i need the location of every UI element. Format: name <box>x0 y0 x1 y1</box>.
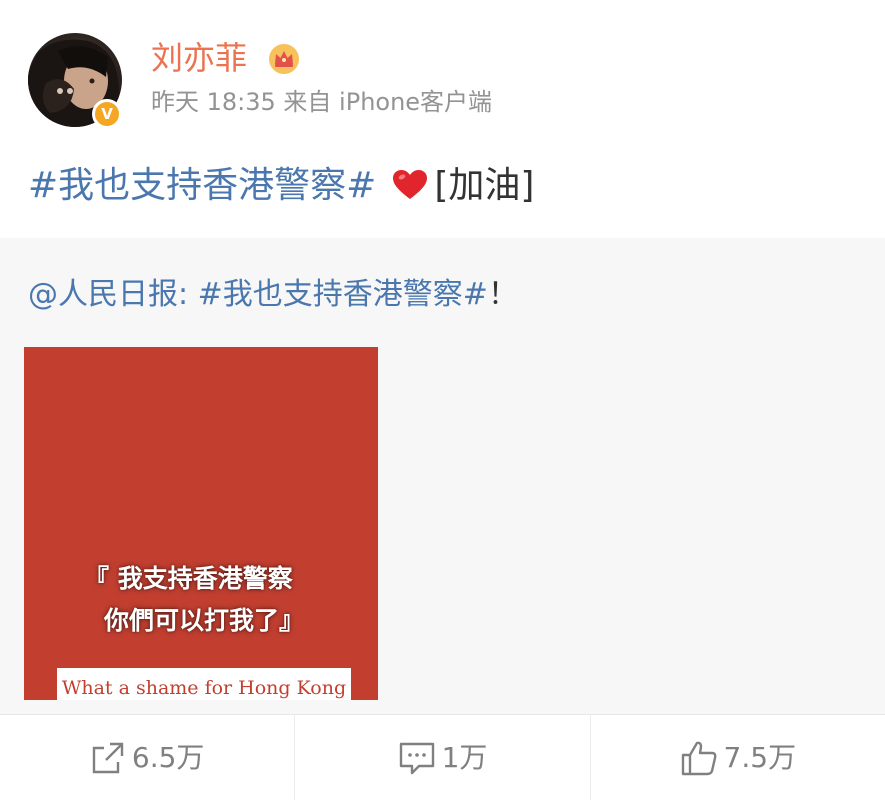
user-name[interactable]: 刘亦菲 <box>151 38 247 78</box>
comment-button[interactable]: 1万 <box>294 715 589 800</box>
verified-badge: V <box>92 99 122 129</box>
post-meta: 昨天 18:35 来自 iPhone客户端 <box>151 88 493 116</box>
post-text: #我也支持香港警察# [加油] <box>28 162 534 210</box>
image-quote-line-1: 『 我支持香港警察 <box>84 564 293 593</box>
post-emoji-text: [加油] <box>434 165 535 206</box>
comment-count: 1万 <box>441 740 488 774</box>
repost-button[interactable]: 6.5万 <box>0 715 294 800</box>
repost-card[interactable]: @人民日报: #我也支持香港警察#！ 『 我支持香港警察 你們可以打我了』 Wh… <box>0 238 885 714</box>
share-icon <box>92 742 124 773</box>
repost-text: @人民日报: #我也支持香港警察#！ <box>28 274 518 316</box>
avatar[interactable]: V <box>28 33 122 129</box>
like-button[interactable]: 7.5万 <box>589 715 885 800</box>
action-bar: 6.5万 1万 7.5万 <box>0 714 885 800</box>
repost-image[interactable]: 『 我支持香港警察 你們可以打我了』 What a shame for Hong… <box>24 347 378 700</box>
thumbs-up-icon <box>681 741 716 775</box>
vip-crown-icon[interactable] <box>268 43 300 75</box>
image-banner: What a shame for Hong Kong <box>57 668 351 700</box>
repost-count: 6.5万 <box>131 740 205 774</box>
post-hashtag[interactable]: #我也支持香港警察# <box>28 165 376 206</box>
repost-mention[interactable]: @人民日报: <box>28 277 188 312</box>
image-quote-line-2: 你們可以打我了』 <box>104 606 305 635</box>
repost-suffix: ！ <box>487 277 518 312</box>
comment-icon <box>399 742 434 774</box>
heart-icon <box>393 170 428 199</box>
like-count: 7.5万 <box>723 740 797 774</box>
repost-hashtag[interactable]: #我也支持香港警察# <box>198 277 488 312</box>
